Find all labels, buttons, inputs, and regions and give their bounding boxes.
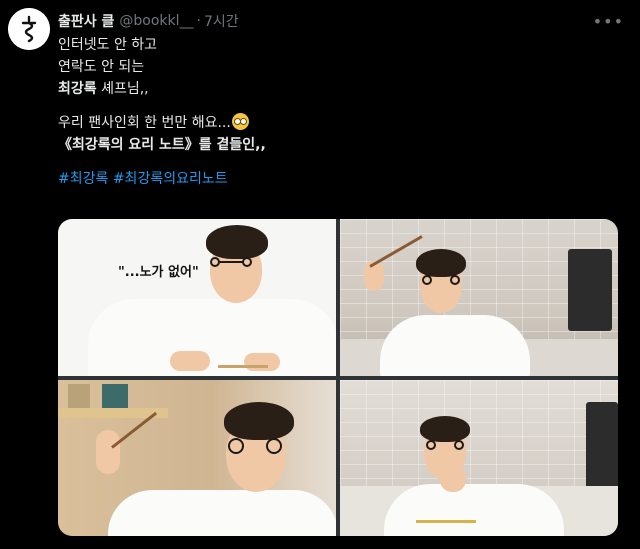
media-photo-1[interactable]: "...노가 없어" [58,219,336,376]
tweet-header: 출판사 클 @bookkl__ · 7시간 [58,10,626,32]
tweet-line: 연락도 안 되는 [58,59,145,75]
tweet-line-rest: 의 요리 노트》를 곁들인,, [110,137,266,153]
media-photo-3[interactable] [58,380,336,536]
hashtag-list: #최강록 #최강록의요리노트 [58,168,618,190]
more-options-icon[interactable]: ••• [593,12,624,31]
pleading-face-emoji-icon [231,113,249,130]
profile-avatar[interactable] [8,8,50,50]
chef-figure [58,219,336,376]
tweet-line-text: 우리 팬사인회 한 번만 해요... [58,115,231,131]
bold-text: 최강록 [72,137,111,153]
separator-dot: · [196,13,201,29]
chef-figure [340,380,618,536]
user-handle[interactable]: @bookkl__ [119,13,193,29]
bold-text: 최강록 [58,81,97,97]
book-bracket: 《 [58,137,72,153]
hashtag-link[interactable]: #최강록 [58,171,108,187]
chef-figure [58,380,336,536]
tweet-line: 《최강록의 요리 노트》를 곁들인,, [58,134,618,156]
timestamp[interactable]: 7시간 [204,11,239,31]
media-photo-4[interactable] [340,380,618,536]
publisher-logo-icon [8,8,50,50]
tweet-line: 우리 팬사인회 한 번만 해요... [58,112,618,134]
tweet-line: 최강록 셰프님,, [58,78,618,100]
display-name[interactable]: 출판사 클 [58,11,114,31]
tweet-line-rest: 셰프님,, [96,81,149,97]
hashtag-link[interactable]: #최강록의요리노트 [113,171,228,187]
chef-figure [340,219,618,376]
tweet-line: 인터넷도 안 하고 [58,37,158,53]
media-photo-2[interactable] [340,219,618,376]
tweet-text: 인터넷도 안 하고 연락도 안 되는 최강록 셰프님,, 우리 팬사인회 한 번… [58,34,618,190]
media-grid: "...노가 없어" [58,219,618,536]
